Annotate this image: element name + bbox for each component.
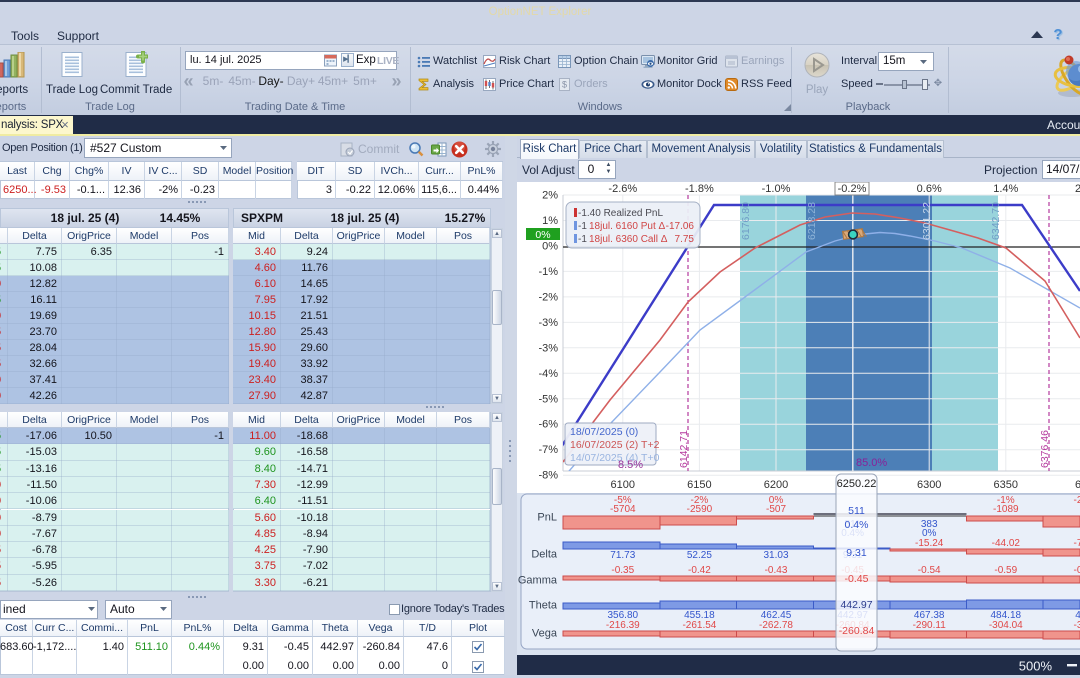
svg-text:-8%: -8% bbox=[538, 470, 558, 482]
svg-text:-0.54: -0.54 bbox=[918, 565, 941, 576]
svg-text:-0.45: -0.45 bbox=[845, 573, 869, 585]
svg-text:511: 511 bbox=[848, 505, 865, 517]
svg-text:0.6%: 0.6% bbox=[917, 183, 942, 195]
svg-text:-4%: -4% bbox=[538, 368, 558, 380]
svg-text:7.75: 7.75 bbox=[675, 234, 695, 245]
svg-text:-260.84: -260.84 bbox=[839, 625, 875, 637]
svg-text:-5704: -5704 bbox=[610, 504, 636, 515]
svg-text:-0.2%: -0.2% bbox=[838, 183, 867, 195]
svg-text:-304.04: -304.04 bbox=[989, 620, 1023, 631]
svg-text:-7%: -7% bbox=[538, 444, 558, 456]
svg-text:-0.59: -0.59 bbox=[994, 565, 1017, 576]
svg-text:-262.78: -262.78 bbox=[759, 620, 793, 631]
svg-text:500%: 500% bbox=[1019, 659, 1053, 674]
svg-text:-3%: -3% bbox=[538, 342, 558, 354]
svg-text:-5%: -5% bbox=[538, 393, 558, 405]
svg-text:8.5%: 8.5% bbox=[618, 459, 643, 471]
svg-text:-1089: -1089 bbox=[993, 504, 1019, 515]
svg-text:18jul. 6160 Put Δ: 18jul. 6160 Put Δ bbox=[589, 221, 665, 232]
svg-text:-216.39: -216.39 bbox=[606, 620, 640, 631]
svg-text:-0.42: -0.42 bbox=[688, 565, 711, 576]
svg-text:-3: -3 bbox=[1074, 620, 1080, 631]
svg-text:-1%: -1% bbox=[538, 266, 558, 278]
svg-text:1%: 1% bbox=[542, 215, 558, 227]
svg-text:71.73: 71.73 bbox=[610, 550, 635, 561]
svg-text:6142.71: 6142.71 bbox=[678, 430, 690, 468]
svg-text:6: 6 bbox=[1075, 479, 1080, 491]
svg-text:$: $ bbox=[562, 80, 567, 90]
svg-text:-3%: -3% bbox=[538, 317, 558, 329]
svg-text:6176.80: 6176.80 bbox=[740, 202, 752, 240]
svg-text:6301.22: 6301.22 bbox=[921, 202, 933, 240]
svg-text:18/07/2025 (0): 18/07/2025 (0) bbox=[570, 426, 638, 438]
svg-text:-1.0%: -1.0% bbox=[762, 183, 791, 195]
svg-text:-1: -1 bbox=[578, 221, 587, 232]
svg-text:-15.24: -15.24 bbox=[915, 538, 944, 549]
svg-text:-2.6%: -2.6% bbox=[608, 183, 637, 195]
svg-text:0%: 0% bbox=[535, 229, 550, 241]
svg-text:-6%: -6% bbox=[538, 419, 558, 431]
svg-text:-507: -507 bbox=[766, 504, 786, 515]
svg-text:-1.8%: -1.8% bbox=[685, 183, 714, 195]
svg-text:-1: -1 bbox=[578, 234, 587, 245]
svg-text:6250.22: 6250.22 bbox=[837, 478, 877, 490]
svg-text:-2: -2 bbox=[1074, 495, 1080, 506]
svg-text:442.97: 442.97 bbox=[840, 599, 872, 611]
svg-text:1.4%: 1.4% bbox=[993, 183, 1018, 195]
svg-text:6342.70: 6342.70 bbox=[990, 202, 1002, 240]
svg-text:52.25: 52.25 bbox=[687, 550, 712, 561]
svg-text:6350: 6350 bbox=[994, 479, 1018, 491]
svg-text:6150: 6150 bbox=[687, 479, 711, 491]
svg-text:-0: -0 bbox=[1074, 565, 1080, 576]
svg-text:-2%: -2% bbox=[538, 291, 558, 303]
svg-text:-44.02: -44.02 bbox=[992, 538, 1021, 549]
svg-text:-17.06: -17.06 bbox=[666, 221, 695, 232]
svg-text:Vega: Vega bbox=[532, 628, 558, 640]
svg-text:Theta: Theta bbox=[529, 600, 558, 612]
svg-text:0.4%: 0.4% bbox=[845, 519, 869, 531]
svg-text:85.0%: 85.0% bbox=[856, 457, 887, 469]
svg-text:-261.54: -261.54 bbox=[682, 620, 716, 631]
svg-text:6200: 6200 bbox=[764, 479, 788, 491]
svg-text:Gamma: Gamma bbox=[518, 575, 558, 587]
svg-text:-0.35: -0.35 bbox=[611, 565, 634, 576]
svg-text:6300: 6300 bbox=[917, 479, 941, 491]
svg-text:6218.28: 6218.28 bbox=[806, 202, 818, 240]
svg-text:Delta: Delta bbox=[531, 549, 558, 561]
svg-text:16/07/2025 (2) T+2: 16/07/2025 (2) T+2 bbox=[570, 439, 660, 451]
svg-text:-1.40 Realized PnL: -1.40 Realized PnL bbox=[578, 208, 663, 219]
svg-text:-7: -7 bbox=[1074, 538, 1080, 549]
svg-text:6376.46: 6376.46 bbox=[1039, 430, 1051, 468]
svg-text:2%: 2% bbox=[542, 190, 558, 202]
svg-text:9.31: 9.31 bbox=[846, 547, 867, 559]
svg-text:PnL: PnL bbox=[537, 512, 557, 524]
svg-text:-0.43: -0.43 bbox=[765, 565, 788, 576]
svg-text:0%: 0% bbox=[542, 241, 558, 253]
svg-text:6100: 6100 bbox=[611, 479, 635, 491]
svg-text:-290.11: -290.11 bbox=[913, 620, 947, 631]
svg-text:-2590: -2590 bbox=[687, 504, 713, 515]
svg-text:14/07/2025 (4) T+0: 14/07/2025 (4) T+0 bbox=[570, 452, 660, 464]
svg-text:31.03: 31.03 bbox=[763, 550, 788, 561]
svg-text:2: 2 bbox=[1075, 183, 1080, 195]
svg-text:18jul. 6360 Call Δ: 18jul. 6360 Call Δ bbox=[589, 234, 668, 245]
